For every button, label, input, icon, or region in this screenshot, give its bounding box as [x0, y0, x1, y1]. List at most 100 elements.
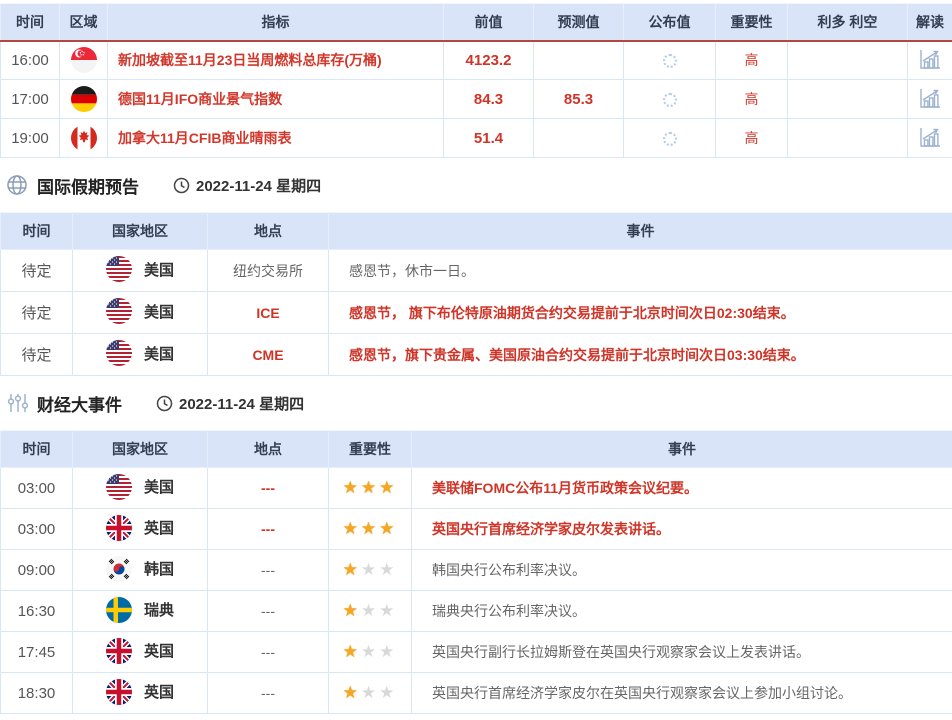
events-date-label: 2022-11-24 星期四 — [179, 393, 304, 414]
bull-bear-cell — [788, 41, 908, 80]
indicator-name-link[interactable]: 德国11月IFO商业景气指数 — [108, 80, 444, 119]
col-forecast: 预测值 — [534, 4, 624, 41]
events-section-header: 财经大事件 2022-11-24 星期四 — [0, 376, 952, 430]
holiday-venue: 纽约交易所 — [208, 250, 329, 292]
holiday-date-label: 2022-11-24 星期四 — [196, 175, 321, 196]
star-empty-icon: ★ — [361, 642, 379, 661]
event-row: 03:00 美国 --- ★★★ 美联储FOMC公布11月货币政策会议纪要。 — [1, 468, 952, 509]
importance-label: 高 — [716, 41, 788, 80]
forecast-value — [534, 41, 624, 80]
importance-label: 高 — [716, 119, 788, 158]
country-label: 美国 — [144, 301, 174, 322]
holiday-section-header: 国际假期预告 2022-11-24 星期四 — [0, 158, 952, 212]
holiday-event: 感恩节， 旗下布伦特原油期货合约交易提前于北京时间次日02:30结束。 — [329, 292, 952, 334]
holiday-date: 2022-11-24 星期四 — [173, 175, 321, 196]
bar-chart-icon[interactable] — [918, 126, 942, 148]
event-row: 17:45 英国 --- ★★★ 英国央行副行长拉姆斯登在英国央行观察家会议上发… — [1, 632, 952, 673]
col-venue: 地点 — [208, 431, 329, 468]
holiday-row: 待定 美国 CME 感恩节，旗下贵金属、美国原油合约交易提前于北京时间次日03:… — [1, 334, 952, 376]
event-text: 美联储FOMC公布11月货币政策会议纪要。 — [412, 468, 952, 509]
event-venue: --- — [208, 509, 329, 550]
holiday-section-title: 国际假期预告 — [37, 173, 139, 198]
event-text: 英国央行首席经济学家皮尔在英国央行观察家会议上参加小组讨论。 — [412, 673, 952, 714]
col-published: 公布值 — [624, 4, 716, 41]
previous-value: 4123.2 — [444, 41, 534, 80]
event-row: 03:00 英国 --- ★★★ 英国央行首席经济学家皮尔发表讲话。 — [1, 509, 952, 550]
importance-stars: ★★★ — [329, 468, 412, 509]
col-importance: 重要性 — [716, 4, 788, 41]
indicator-table: 时间 区域 指标 前值 预测值 公布值 重要性 利多 利空 解读 16:00 新… — [0, 3, 952, 158]
flag-gb-icon — [106, 679, 132, 705]
star-filled-icon: ★ — [361, 519, 379, 538]
bull-bear-cell — [788, 119, 908, 158]
previous-value: 84.3 — [444, 80, 534, 119]
published-value — [624, 119, 716, 158]
events-table: 时间 国家地区 地点 重要性 事件 03:00 美国 --- ★★★ 美联储FO… — [0, 430, 952, 714]
col-time: 时间 — [1, 213, 73, 250]
indicator-name-link[interactable]: 新加坡截至11月23日当周燃料总库存(万桶) — [108, 41, 444, 80]
col-indicator: 指标 — [108, 4, 444, 41]
col-event: 事件 — [412, 431, 952, 468]
star-empty-icon: ★ — [379, 683, 397, 702]
event-text: 瑞典央行公布利率决议。 — [412, 591, 952, 632]
clock-icon — [156, 395, 173, 412]
flag-ca-icon — [71, 125, 97, 151]
country-label: 英国 — [144, 640, 174, 661]
country-label: 英国 — [144, 681, 174, 702]
event-row: 16:30 瑞典 --- ★★★ 瑞典央行公布利率决议。 — [1, 591, 952, 632]
indicator-name-link[interactable]: 加拿大11月CFIB商业晴雨表 — [108, 119, 444, 158]
interpret-cell — [908, 119, 952, 158]
star-empty-icon: ★ — [361, 683, 379, 702]
country-label: 韩国 — [144, 558, 174, 579]
clock-icon — [173, 177, 190, 194]
event-country: 英国 — [73, 673, 208, 714]
importance-stars: ★★★ — [329, 509, 412, 550]
flag-gb-icon — [106, 638, 132, 664]
importance-label: 高 — [716, 80, 788, 119]
col-time: 时间 — [1, 431, 73, 468]
country-label: 瑞典 — [144, 599, 174, 620]
holiday-table: 时间 国家地区 地点 事件 待定 美国 纽约交易所 感恩节，休市一日。 待定 美… — [0, 212, 952, 376]
event-country: 瑞典 — [73, 591, 208, 632]
holiday-country: 美国 — [73, 292, 208, 334]
event-time: 17:45 — [1, 632, 73, 673]
indicator-row: 19:00 加拿大11月CFIB商业晴雨表 51.4 高 — [1, 119, 952, 158]
events-date: 2022-11-24 星期四 — [156, 393, 304, 414]
events-table-header: 时间 国家地区 地点 重要性 事件 — [1, 431, 952, 468]
event-text: 英国央行首席经济学家皮尔发表讲话。 — [412, 509, 952, 550]
previous-value: 51.4 — [444, 119, 534, 158]
bar-chart-icon[interactable] — [918, 87, 942, 109]
holiday-event: 感恩节，休市一日。 — [329, 250, 952, 292]
event-row: 18:30 英国 --- ★★★ 英国央行首席经济学家皮尔在英国央行观察家会议上… — [1, 673, 952, 714]
importance-stars: ★★★ — [329, 591, 412, 632]
indicator-time: 19:00 — [1, 119, 60, 158]
country-label: 美国 — [144, 476, 174, 497]
indicator-region — [60, 41, 108, 80]
col-country: 国家地区 — [73, 431, 208, 468]
event-row: 09:00 韩国 --- ★★★ 韩国央行公布利率决议。 — [1, 550, 952, 591]
star-empty-icon: ★ — [379, 642, 397, 661]
flag-kr-icon — [106, 556, 132, 582]
event-venue: --- — [208, 632, 329, 673]
event-country: 美国 — [73, 468, 208, 509]
star-filled-icon: ★ — [361, 478, 379, 497]
indicator-time: 17:00 — [1, 80, 60, 119]
event-venue: --- — [208, 468, 329, 509]
event-country: 韩国 — [73, 550, 208, 591]
event-text: 英国央行副行长拉姆斯登在英国央行观察家会议上发表讲话。 — [412, 632, 952, 673]
col-region: 区域 — [60, 4, 108, 41]
event-text: 韩国央行公布利率决议。 — [412, 550, 952, 591]
country-label: 美国 — [144, 343, 174, 364]
importance-stars: ★★★ — [329, 550, 412, 591]
loading-spinner-icon — [663, 54, 677, 68]
star-filled-icon: ★ — [343, 519, 361, 538]
holiday-time: 待定 — [1, 334, 73, 376]
star-filled-icon: ★ — [343, 642, 361, 661]
published-value — [624, 80, 716, 119]
bar-chart-icon[interactable] — [918, 48, 942, 70]
col-country: 国家地区 — [73, 213, 208, 250]
loading-spinner-icon — [663, 93, 677, 107]
interpret-cell — [908, 41, 952, 80]
event-time: 16:30 — [1, 591, 73, 632]
col-venue: 地点 — [208, 213, 329, 250]
